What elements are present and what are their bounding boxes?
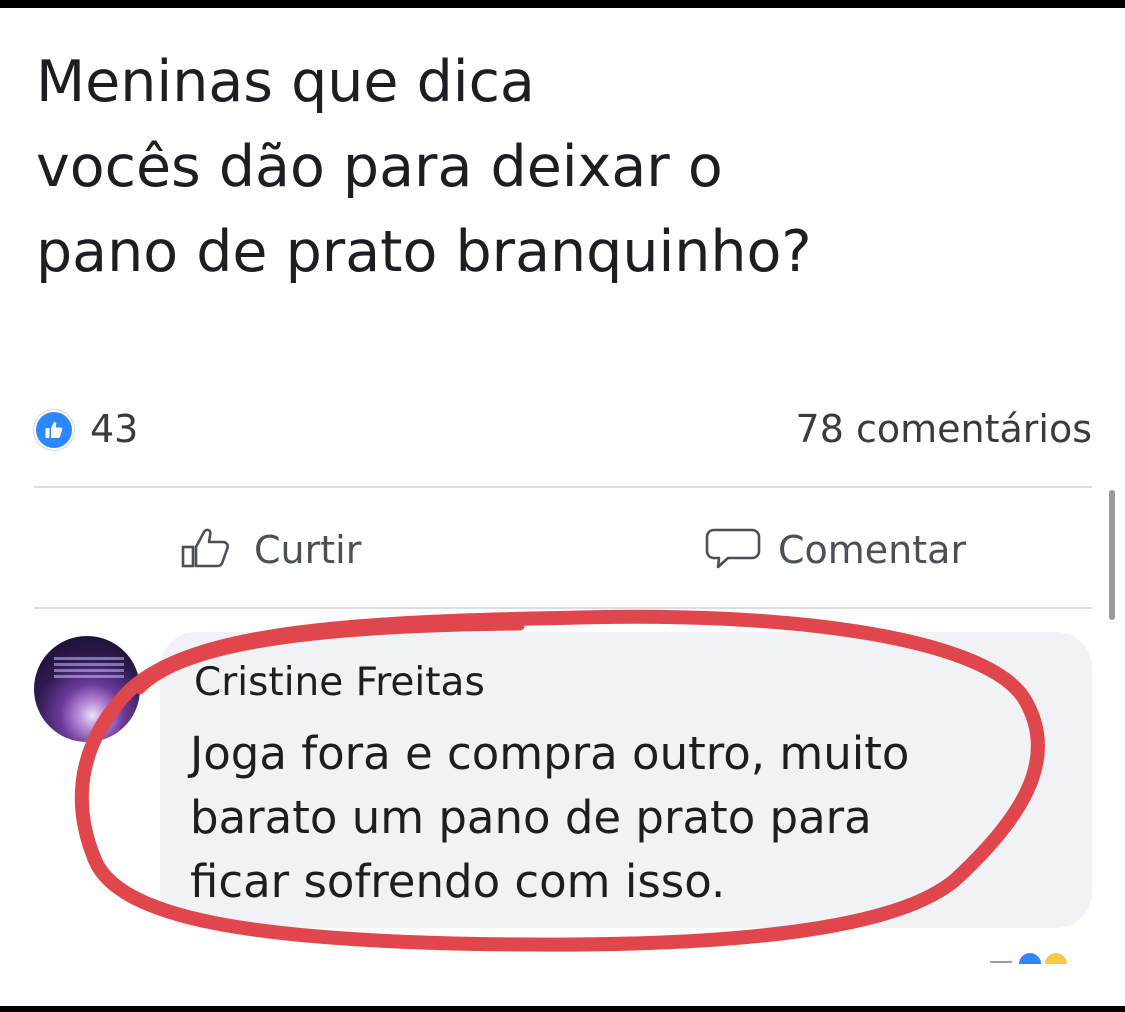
comment-body-line: ficar sofrendo com isso. bbox=[190, 855, 726, 908]
comment-button-label: Comentar bbox=[778, 528, 967, 572]
post-stats: 43 78 comentários bbox=[34, 402, 1092, 452]
post-text-line: Meninas que dica bbox=[36, 49, 535, 115]
scrollbar[interactable] bbox=[1109, 490, 1115, 620]
divider bbox=[34, 607, 1092, 609]
post-text-line: vocês dão para deixar o bbox=[36, 134, 723, 200]
comment-body-line: Joga fora e compra outro, muito bbox=[190, 727, 910, 780]
comment-author[interactable]: Cristine Freitas bbox=[194, 660, 485, 705]
post-text: Meninas que dica vocês dão para deixar o… bbox=[36, 40, 1096, 295]
comment-button[interactable]: Comentar bbox=[704, 520, 966, 580]
top-border bbox=[0, 0, 1125, 8]
like-button-label: Curtir bbox=[254, 528, 362, 572]
comment-body-line: barato um pano de prato para bbox=[190, 791, 872, 844]
speech-bubble-icon bbox=[704, 526, 762, 574]
comments-count[interactable]: 78 comentários bbox=[796, 407, 1092, 451]
comment-body: Joga fora e compra outro, muito barato u… bbox=[190, 722, 1030, 914]
reaction-icons bbox=[990, 953, 1067, 964]
avatar[interactable] bbox=[34, 636, 140, 742]
like-count[interactable]: 43 bbox=[90, 407, 138, 451]
thumbs-up-outline-icon bbox=[180, 527, 238, 573]
divider bbox=[34, 486, 1092, 488]
like-button[interactable]: Curtir bbox=[180, 520, 361, 580]
bottom-border bbox=[0, 1006, 1125, 1012]
avatar-image-detail bbox=[54, 654, 124, 694]
post-text-line: pano de prato branquinho? bbox=[36, 219, 812, 285]
like-reaction-icon[interactable] bbox=[34, 410, 74, 450]
